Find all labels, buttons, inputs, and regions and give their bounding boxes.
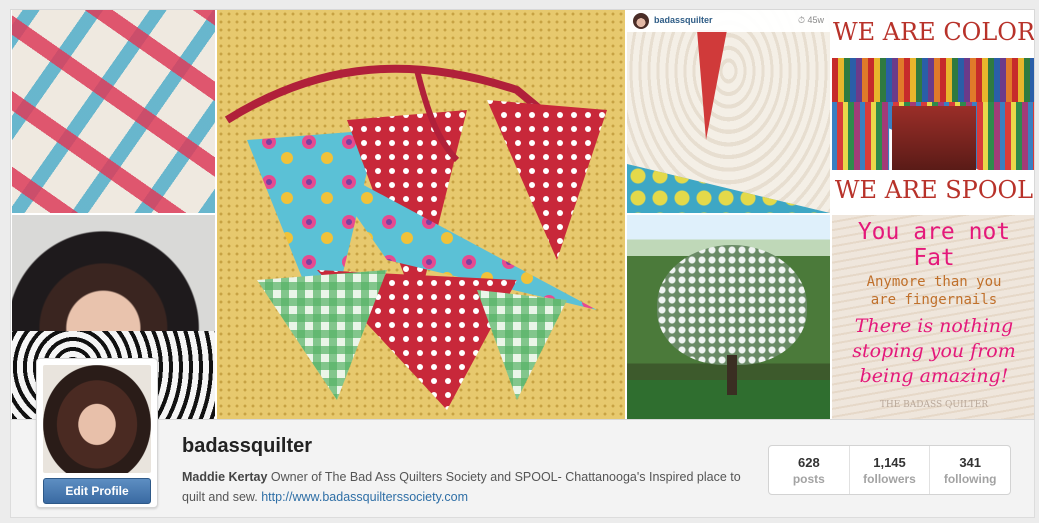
- photo-tile-we-are-color[interactable]: WE ARE COLOR WE ARE SPOOL: [832, 10, 1035, 213]
- photo-tile-quote[interactable]: You are not Fat Anymore than you are fin…: [832, 215, 1034, 419]
- tile-caption-top: WE ARE COLOR: [832, 18, 1035, 46]
- stat-followers[interactable]: 1,145 followers: [850, 446, 931, 494]
- tree-trunk: [727, 355, 737, 395]
- quote-line-2: Fat: [913, 245, 955, 271]
- stat-followers-label: followers: [863, 472, 916, 486]
- photo-tile-quilt-closeup[interactable]: [12, 10, 215, 213]
- stat-posts[interactable]: 628 posts: [769, 446, 850, 494]
- profile-username: badassquilter: [182, 435, 313, 457]
- stat-following-value: 341: [959, 455, 982, 470]
- edit-profile-button[interactable]: Edit Profile: [43, 478, 151, 504]
- stat-posts-label: posts: [792, 472, 825, 486]
- quote-line-7: being amazing!: [859, 365, 1009, 387]
- stat-followers-value: 1,145: [873, 455, 906, 470]
- bunting-illustration: [224, 64, 607, 410]
- photo-age: ⏱ 45w: [797, 15, 824, 25]
- quote-line-5: There is nothing: [854, 315, 1014, 337]
- quote-line-3: Anymore than you: [866, 274, 1002, 290]
- quote-line-4: are fingernails: [870, 292, 998, 308]
- tree-canopy: [657, 245, 807, 365]
- photo-tile-bunting[interactable]: [217, 10, 625, 419]
- profile-website-link[interactable]: http://www.badassquilterssociety.com: [261, 490, 468, 504]
- stat-following[interactable]: 341 following: [930, 446, 1010, 494]
- shop-floor: [892, 106, 976, 170]
- profile-page: badassquilter ⏱ 45w WE ARE COLOR WE ARE …: [0, 0, 1039, 523]
- photo-hover-header: badassquilter ⏱ 45w: [627, 10, 830, 32]
- stat-posts-value: 628: [797, 455, 820, 470]
- profile-avatar[interactable]: [43, 365, 151, 473]
- quilt-blue-fabric: [627, 164, 830, 213]
- quote-line-6: stoping you from: [852, 340, 1016, 362]
- profile-avatar-card: Edit Profile: [36, 358, 158, 508]
- profile-stats: 628 posts 1,145 followers 341 following: [768, 445, 1011, 495]
- photo-tile-quilting-detail[interactable]: badassquilter ⏱ 45w: [627, 10, 830, 213]
- quote-line-1: You are not: [857, 219, 1011, 245]
- quote-signature: THE BADASS QUILTER: [879, 400, 989, 410]
- photo-age-value: 45w: [807, 15, 824, 25]
- stat-following-label: following: [943, 472, 997, 486]
- tile-caption-bottom: WE ARE SPOOL: [834, 176, 1034, 204]
- photo-username[interactable]: badassquilter: [654, 15, 713, 25]
- profile-full-name: Maddie Kertay: [182, 470, 268, 484]
- photo-mosaic: badassquilter ⏱ 45w WE ARE COLOR WE ARE …: [10, 9, 1035, 420]
- avatar[interactable]: [633, 13, 649, 29]
- profile-bio: Maddie Kertay Owner of The Bad Ass Quilt…: [182, 467, 742, 507]
- quilt-red-triangle: [697, 30, 727, 140]
- photo-tile-tree[interactable]: [627, 215, 830, 419]
